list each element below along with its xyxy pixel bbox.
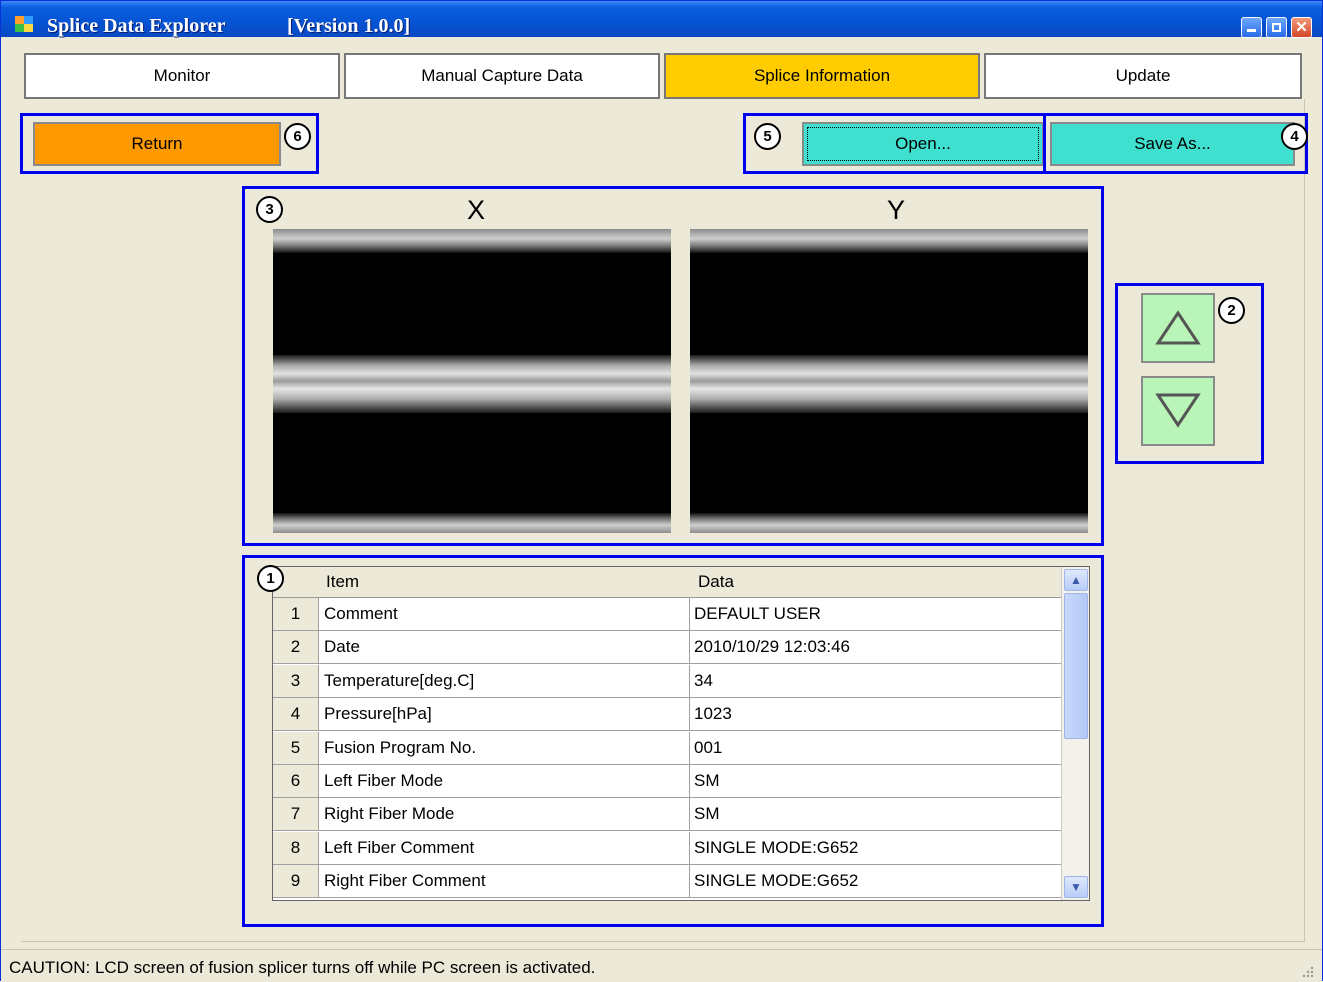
x-image-label: X [467,195,486,225]
column-header-data[interactable]: Data [698,572,734,592]
item-cell[interactable]: Comment [319,598,690,630]
triangle-up-icon [1155,310,1201,345]
window-title: Splice Data Explorer [47,15,226,37]
scroll-down-button[interactable]: ▼ [1064,876,1088,898]
item-cell[interactable]: Pressure[hPa] [319,698,690,731]
data-cell[interactable]: SM [690,765,1065,797]
row-number[interactable]: 6 [273,765,319,797]
maximize-button[interactable] [1266,17,1287,38]
table-row[interactable]: 7 Right Fiber Mode SM [273,798,1061,832]
row-number[interactable]: 7 [273,798,319,831]
table-scrollbar[interactable]: ▲ ▼ [1061,567,1089,900]
row-number[interactable]: 9 [273,865,319,898]
window-version: [Version 1.0.0] [287,15,411,37]
item-cell[interactable]: Fusion Program No. [319,731,690,764]
scroll-thumb[interactable] [1064,593,1088,739]
chevron-down-icon: ▼ [1070,880,1082,894]
row-number[interactable]: 4 [273,698,319,731]
chevron-up-icon: ▲ [1070,573,1082,587]
table-row[interactable]: 1 Comment DEFAULT USER [273,598,1061,631]
minimize-button[interactable] [1241,17,1262,38]
data-cell[interactable]: SINGLE MODE:G652 [690,832,1065,864]
next-record-button[interactable] [1141,376,1215,446]
row-number[interactable]: 2 [273,631,319,664]
annotation-marker-5: 5 [754,123,781,150]
row-number[interactable]: 5 [273,731,319,764]
item-cell[interactable]: Left Fiber Comment [319,831,690,864]
table-row[interactable]: 2 Date 2010/10/29 12:03:46 [273,631,1061,665]
row-number[interactable]: 8 [273,831,319,864]
close-button[interactable]: ✕ [1291,17,1312,38]
save-as-button[interactable]: Save As... [1050,122,1295,166]
column-header-item[interactable]: Item [326,572,359,592]
annotation-marker-1: 1 [257,565,284,592]
annotation-marker-6: 6 [284,123,311,150]
y-fiber-image [690,229,1088,533]
y-image-label: Y [887,195,906,225]
splice-info-table: Item Data 1 Comment DEFAULT USER 2 Date 2010/… [272,566,1090,901]
table-row[interactable]: 9 Right Fiber Comment SINGLE MODE:G652 [273,865,1061,899]
table-row[interactable]: 8 Left Fiber Comment SINGLE MODE:G652 [273,831,1061,865]
table-header: Item Data [273,567,1061,598]
item-cell[interactable]: Right Fiber Comment [319,865,690,898]
previous-record-button[interactable] [1141,293,1215,363]
data-cell[interactable]: 2010/10/29 12:03:46 [690,631,1065,663]
close-icon: ✕ [1295,19,1308,36]
item-cell[interactable]: Date [319,631,690,664]
tab-splice-information[interactable]: Splice Information [664,53,980,99]
minimize-icon [1247,29,1256,32]
data-cell[interactable]: 1023 [690,698,1065,730]
item-cell[interactable]: Left Fiber Mode [319,765,690,797]
tab-monitor[interactable]: Monitor [24,53,340,99]
annotation-marker-3: 3 [256,196,283,223]
data-cell[interactable]: 001 [690,732,1065,764]
app-window: Splice Data Explorer [Version 1.0.0] ✕ M… [0,0,1323,982]
app-icon [15,16,33,32]
annotation-marker-4: 4 [1281,123,1308,150]
data-cell[interactable]: DEFAULT USER [690,598,1065,630]
status-bar: CAUTION: LCD screen of fusion splicer tu… [1,949,1322,982]
tab-manual-capture-data[interactable]: Manual Capture Data [344,53,660,99]
maximize-icon [1272,23,1281,32]
item-cell[interactable]: Temperature[deg.C] [319,664,690,697]
annotation-marker-2: 2 [1218,297,1245,324]
data-cell[interactable]: 34 [690,665,1065,697]
table-row[interactable]: 4 Pressure[hPa] 1023 [273,698,1061,732]
table-row[interactable]: 5 Fusion Program No. 001 [273,731,1061,765]
data-cell[interactable]: SINGLE MODE:G652 [690,865,1065,897]
item-cell[interactable]: Right Fiber Mode [319,798,690,831]
triangle-down-icon [1155,393,1201,428]
table-row[interactable]: 6 Left Fiber Mode SM [273,765,1061,798]
x-fiber-image [273,229,671,533]
row-number[interactable]: 1 [273,598,319,630]
title-bar[interactable]: Splice Data Explorer [Version 1.0.0] ✕ [1,1,1322,38]
resize-grip-icon[interactable] [1300,964,1314,978]
status-caution-text: CAUTION: LCD screen of fusion splicer tu… [9,958,596,977]
tab-update[interactable]: Update [984,53,1302,99]
return-button[interactable]: Return [33,122,281,166]
scroll-up-button[interactable]: ▲ [1064,569,1088,591]
data-cell[interactable]: SM [690,798,1065,830]
open-button[interactable]: Open... [802,122,1044,166]
table-row[interactable]: 3 Temperature[deg.C] 34 [273,664,1061,698]
row-number[interactable]: 3 [273,664,319,697]
